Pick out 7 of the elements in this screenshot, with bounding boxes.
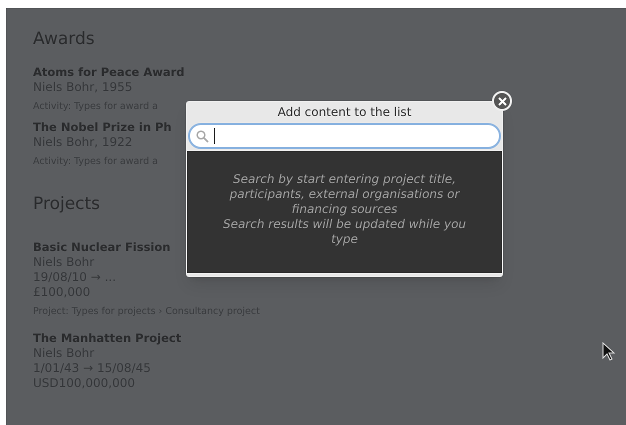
search-hint: Search by start entering project title, participants, external organisations or financing sources	[228, 172, 461, 216]
dialog-title: Add content to the list	[276, 104, 412, 121]
mouse-pointer-icon	[602, 342, 616, 362]
close-icon	[498, 96, 506, 106]
search-hint: Search results will be updated while you type	[222, 216, 468, 246]
search-icon	[196, 130, 209, 142]
search-field[interactable]	[188, 123, 501, 149]
